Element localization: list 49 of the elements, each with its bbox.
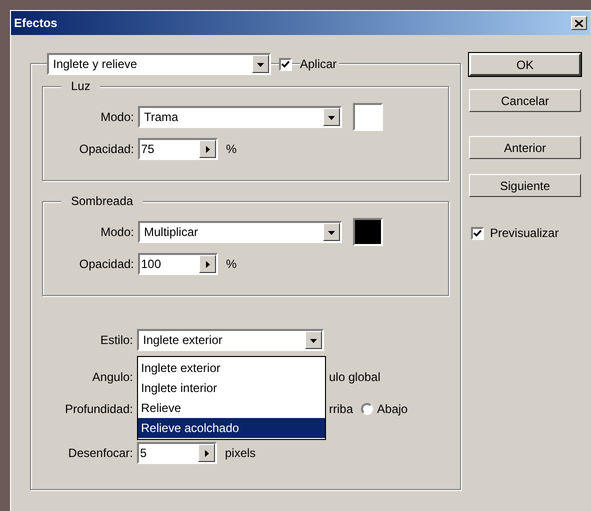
window-title: Efectos: [14, 15, 58, 32]
global-angle-label: ulo global: [329, 369, 380, 386]
dialog-button[interactable]: Cancelar: [469, 89, 581, 112]
field-label: Estilo:: [99, 332, 134, 349]
field-label: Opacidad:: [78, 141, 135, 158]
field-label: Profundidad:: [64, 401, 134, 418]
color-swatch[interactable]: [353, 103, 383, 131]
mode-select[interactable]: Trama: [138, 106, 342, 128]
triangle-down-icon: [257, 60, 264, 68]
field-label: Modo:: [100, 224, 135, 241]
triangle-right-icon: [204, 146, 211, 152]
field-label: Desenfocar:: [67, 445, 134, 462]
dropdown-arrow-button[interactable]: [323, 223, 340, 241]
dropdown-arrow-button[interactable]: [305, 331, 322, 349]
down-label: Abajo: [377, 401, 408, 418]
up-label: rriba: [329, 401, 354, 418]
triangle-down-icon: [328, 228, 335, 236]
style-select[interactable]: Inglete exterior: [137, 329, 324, 351]
triangle-down-icon: [328, 114, 335, 120]
field-label: Opacidad:: [78, 256, 135, 273]
dialog-button[interactable]: Siguiente: [469, 174, 581, 197]
spin-arrow-button[interactable]: [199, 140, 216, 158]
spin-arrow-button[interactable]: [199, 255, 216, 273]
dropdown-arrow-button[interactable]: [323, 108, 340, 126]
preview-checkbox[interactable]: [471, 226, 484, 240]
dialog-button[interactable]: OK: [469, 53, 581, 76]
dropdown-arrow-button[interactable]: [252, 55, 269, 73]
opacity-field[interactable]: 100: [138, 253, 218, 275]
triangle-right-icon: [203, 450, 210, 456]
field-label: Modo:: [100, 109, 135, 126]
blur-field[interactable]: 5: [137, 442, 217, 464]
spin-arrow-button[interactable]: [198, 444, 215, 462]
opacity-field[interactable]: 75: [138, 138, 218, 160]
unit-label: %: [226, 141, 237, 158]
field-label: Angulo:: [91, 369, 134, 386]
mode-select[interactable]: Multiplicar: [138, 221, 342, 243]
close-button[interactable]: [571, 16, 587, 30]
apply-checkbox[interactable]: [279, 58, 292, 70]
down-radio[interactable]: [361, 403, 374, 415]
dialog-button[interactable]: Anterior: [469, 136, 581, 159]
effect-select[interactable]: Inglete y relieve: [47, 53, 271, 75]
unit-label: %: [226, 256, 237, 273]
unit-label: pixels: [225, 445, 256, 462]
triangle-down-icon: [310, 336, 317, 344]
triangle-right-icon: [204, 260, 211, 268]
close-icon: [575, 20, 583, 26]
preview-label: Previsualizar: [490, 225, 559, 242]
dropdown-option[interactable]: Relieve acolchado: [138, 418, 325, 438]
color-swatch[interactable]: [353, 218, 383, 246]
